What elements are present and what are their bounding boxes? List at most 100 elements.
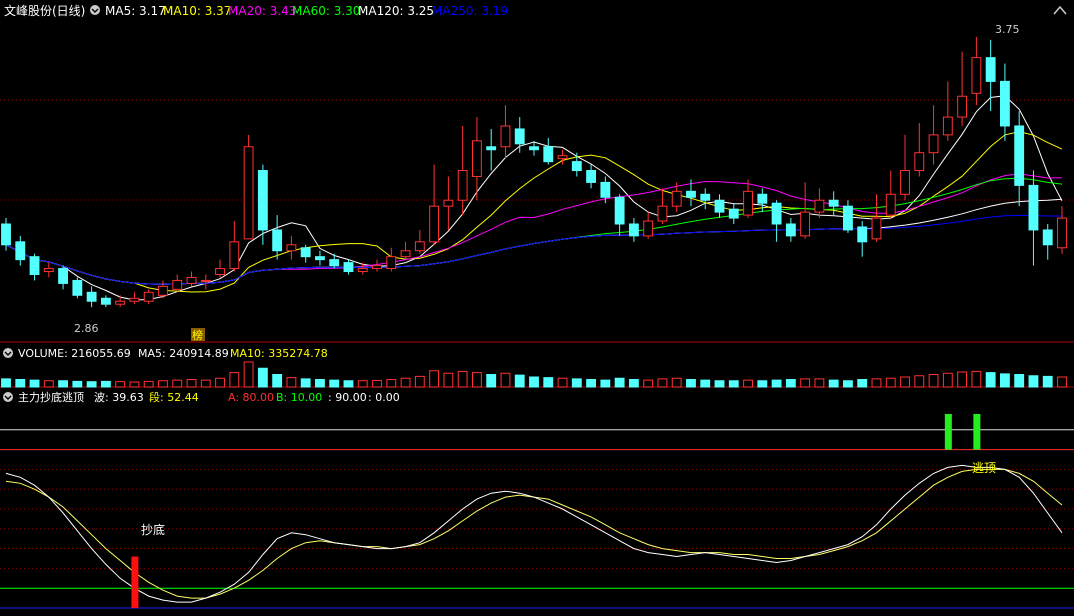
candle-body bbox=[443, 199, 454, 207]
candle-body bbox=[529, 146, 539, 151]
volume-bar bbox=[486, 374, 497, 388]
high-price-label: 3.75 bbox=[995, 23, 1020, 36]
sell-signal-bar bbox=[973, 413, 981, 450]
low-price-label: 2.86 bbox=[74, 322, 99, 335]
ref-a-value: A: 80.00 bbox=[228, 391, 274, 404]
candle-body bbox=[357, 268, 368, 273]
volume-panel bbox=[1, 361, 1067, 388]
volume-bar bbox=[414, 375, 425, 388]
ma10-value: MA10: 3.37 bbox=[163, 4, 231, 18]
candle-body bbox=[1057, 217, 1067, 249]
ma5-line bbox=[5, 95, 1063, 301]
volume-bar bbox=[985, 372, 996, 388]
candle-body bbox=[942, 116, 953, 136]
candle-body bbox=[600, 181, 611, 198]
volume-bar bbox=[315, 379, 325, 388]
candle-body bbox=[743, 190, 753, 216]
volume-value: VOLUME: 216055.69 bbox=[18, 347, 131, 360]
ma250-value: MA250: 3.19 bbox=[432, 4, 508, 18]
ma-legend: MA5: 3.17 MA10: 3.37 MA20: 3.43 MA60: 3.… bbox=[105, 4, 508, 18]
volume-bar bbox=[700, 379, 711, 388]
wave-value: 波: 39.63 bbox=[94, 391, 144, 404]
candle-body bbox=[843, 205, 853, 231]
candle-body bbox=[857, 226, 868, 243]
volume-bar bbox=[514, 374, 525, 388]
candle-body bbox=[143, 291, 154, 302]
candle-body bbox=[500, 125, 511, 148]
volume-bar bbox=[843, 380, 853, 388]
candle-body bbox=[971, 57, 982, 94]
volume-bar bbox=[657, 378, 668, 388]
candle-body bbox=[985, 57, 996, 82]
volume-bar bbox=[172, 379, 183, 388]
volume-bar bbox=[971, 370, 982, 388]
volume-bar bbox=[743, 379, 753, 388]
volume-bar bbox=[543, 377, 554, 388]
candle-body bbox=[429, 205, 440, 243]
volume-bar bbox=[871, 378, 882, 388]
ref-bottom-value: : 0.00 bbox=[368, 391, 400, 404]
sell-signal-bar bbox=[944, 413, 952, 450]
candle-body bbox=[372, 265, 382, 270]
candle-body bbox=[999, 80, 1010, 127]
volume-bar bbox=[400, 377, 411, 388]
indicator-settings-icon[interactable] bbox=[3, 392, 13, 402]
candle-body bbox=[471, 140, 482, 177]
volume-bar bbox=[300, 378, 311, 388]
buy-signal-bar bbox=[131, 556, 139, 608]
band-value: 段: 52.44 bbox=[149, 390, 199, 404]
volume-ma5-value: MA5: 240914.89 bbox=[138, 347, 229, 360]
ref-b-value: B: 10.00 bbox=[276, 391, 322, 404]
candle-body bbox=[785, 223, 796, 237]
candle-body bbox=[571, 161, 582, 172]
volume-bar bbox=[586, 379, 597, 388]
candle-body bbox=[414, 241, 425, 252]
candle-body bbox=[643, 220, 654, 237]
candle-body bbox=[1042, 229, 1053, 246]
candle-body bbox=[329, 259, 340, 267]
volume-ma10-value: MA10: 335274.78 bbox=[230, 347, 328, 360]
ref-top-value: : 90.00 bbox=[328, 391, 367, 404]
stock-chart-window: 文峰股份(日线) MA5: 3.17 MA10: 3.37 MA20: 3.43… bbox=[0, 0, 1074, 616]
chart-canvas: 文峰股份(日线) MA5: 3.17 MA10: 3.37 MA20: 3.43… bbox=[0, 3, 1074, 609]
collapse-icon[interactable] bbox=[1053, 5, 1067, 15]
volume-bar bbox=[643, 379, 654, 388]
volume-bar bbox=[58, 380, 69, 388]
volume-bar bbox=[557, 377, 568, 388]
volume-bar bbox=[1, 378, 11, 388]
volume-bar bbox=[600, 379, 611, 388]
volume-bar bbox=[471, 372, 482, 388]
volume-settings-icon[interactable] bbox=[3, 348, 13, 358]
volume-bar bbox=[257, 367, 268, 388]
ma5-value: MA5: 3.17 bbox=[105, 4, 166, 18]
ma20-value: MA20: 3.43 bbox=[228, 4, 296, 18]
candle-body bbox=[29, 256, 40, 276]
candle-body bbox=[215, 268, 225, 276]
candle-body bbox=[757, 193, 768, 204]
candle-body bbox=[300, 247, 311, 258]
volume-bar bbox=[186, 379, 197, 388]
volume-bar bbox=[457, 370, 468, 388]
candle-body bbox=[914, 152, 925, 172]
candle-body bbox=[928, 134, 939, 154]
indicator-panel bbox=[0, 413, 1074, 608]
volume-bar bbox=[857, 379, 868, 388]
ma-settings-icon[interactable] bbox=[90, 5, 100, 15]
candle-body bbox=[257, 170, 268, 231]
volume-bar bbox=[757, 380, 768, 388]
candle-body bbox=[100, 297, 111, 305]
candle-body bbox=[172, 279, 183, 290]
volume-bar bbox=[900, 376, 910, 388]
volume-bar bbox=[914, 375, 925, 388]
candle-body bbox=[1028, 184, 1039, 231]
volume-bar bbox=[785, 379, 796, 388]
volume-bar bbox=[814, 378, 825, 388]
volume-bar bbox=[500, 372, 511, 388]
candle-body bbox=[557, 155, 568, 160]
volume-bar bbox=[215, 377, 225, 388]
candle-body bbox=[115, 300, 126, 305]
candle-body bbox=[315, 256, 325, 261]
volume-bar bbox=[671, 377, 682, 388]
volume-bar bbox=[343, 380, 354, 388]
volume-bar bbox=[72, 380, 83, 388]
